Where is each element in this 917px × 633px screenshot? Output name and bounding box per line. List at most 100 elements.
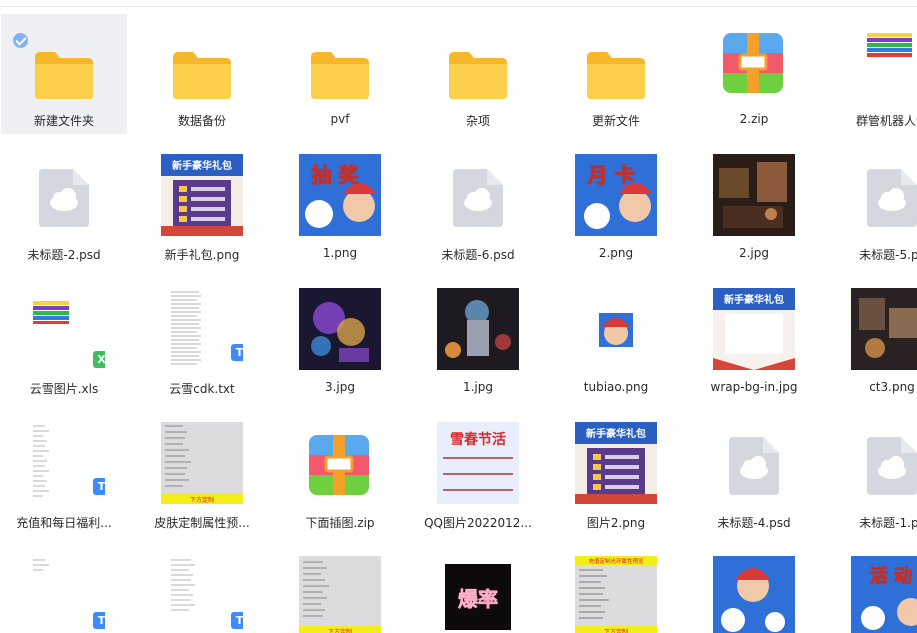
text-badge-icon: T: [231, 344, 243, 361]
file-item-image[interactable]: 充值定制光环属性预览 下方定制: [553, 550, 679, 633]
file-label: 未标题-4.psd: [717, 516, 791, 530]
file-item-image[interactable]: 抽 奖 1.png: [277, 148, 403, 268]
file-item-psd[interactable]: 未标题-2.psd: [1, 148, 127, 268]
file-item-image[interactable]: ct3.png: [829, 282, 917, 402]
file-item-image[interactable]: 爆率: [415, 550, 541, 633]
file-label: 未标题-2.psd: [27, 248, 101, 262]
file-label: 图片2.png: [586, 516, 646, 530]
image-thumbnail: 抽 奖: [299, 154, 381, 236]
file-label: 充值和每日福利...: [16, 516, 112, 530]
file-label: 3.jpg: [324, 380, 356, 394]
image-thumbnail: [713, 154, 795, 236]
file-label: 未标题-1.ps: [859, 516, 917, 530]
svg-text:下方定制: 下方定制: [190, 496, 214, 504]
file-label: 云雪图片.xls: [29, 382, 99, 396]
image-thumbnail: 充值定制光环属性预览 下方定制: [575, 556, 657, 633]
file-label: pvf: [330, 112, 350, 126]
file-label: 2.jpg: [738, 246, 770, 260]
file-item-image[interactable]: 雪春节活 QQ图片2022012...: [415, 416, 541, 536]
file-label: 云雪cdk.txt: [169, 382, 235, 396]
folder-icon: [449, 52, 507, 99]
file-item-image[interactable]: 下方定制 皮肤定制属性预...: [139, 416, 265, 536]
file-item-image[interactable]: 新手豪华礼包 wrap-bg-in.jpg: [691, 282, 817, 402]
file-label: 2.zip: [739, 112, 769, 126]
file-item-image[interactable]: tubiao.png: [553, 282, 679, 402]
file-item-spreadsheet[interactable]: 群管机器人设: [829, 14, 917, 134]
file-item-image[interactable]: 3.jpg: [277, 282, 403, 402]
image-thumbnail: 爆率: [445, 564, 511, 630]
image-thumbnail: 下方定制: [161, 422, 243, 504]
text-badge-icon: T: [93, 612, 105, 629]
file-item-folder[interactable]: pvf: [277, 14, 403, 134]
file-label: 未标题-6.psd: [441, 248, 515, 262]
svg-text:活 动: 活 动: [870, 565, 912, 587]
file-item-text[interactable]: T 云雪cdk.txt: [139, 282, 265, 402]
svg-text:下方定制: 下方定制: [328, 628, 352, 633]
cloud-file-icon: [867, 437, 917, 495]
cloud-file-icon: [453, 169, 503, 227]
svg-text:雪春节活: 雪春节活: [450, 431, 506, 448]
file-item-image[interactable]: 活 动: [829, 550, 917, 633]
zip-icon: [723, 33, 783, 93]
file-item-text[interactable]: T 充值和每日福利...: [1, 416, 127, 536]
svg-text:抽 奖: 抽 奖: [312, 163, 360, 187]
file-item-psd[interactable]: 未标题-6.psd: [415, 148, 541, 268]
zip-icon: [309, 435, 369, 495]
file-item-folder[interactable]: 更新文件: [553, 14, 679, 134]
image-thumbnail: 新手豪华礼包: [713, 288, 795, 370]
image-thumbnail: [599, 313, 633, 347]
file-item-image[interactable]: [691, 550, 817, 633]
file-label: 皮肤定制属性预...: [154, 516, 250, 530]
file-item-text[interactable]: T: [139, 550, 265, 633]
file-item-image[interactable]: 月 卡 2.png: [553, 148, 679, 268]
image-thumbnail: [437, 288, 519, 370]
file-item-psd[interactable]: 未标题-1.ps: [829, 416, 917, 536]
file-item-folder[interactable]: 数据备份: [139, 14, 265, 134]
image-thumbnail: 雪春节活: [437, 422, 519, 504]
file-label: QQ图片2022012...: [424, 516, 532, 530]
file-label: 2.png: [598, 246, 634, 260]
file-label: wrap-bg-in.jpg: [710, 380, 798, 394]
image-thumbnail: 新手豪华礼包: [161, 154, 243, 236]
svg-text:月 卡: 月 卡: [587, 163, 635, 187]
file-label: 1.png: [322, 246, 358, 260]
cloud-file-icon: [867, 169, 917, 227]
top-divider: [0, 6, 917, 7]
file-label: 1.jpg: [462, 380, 494, 394]
file-item-image[interactable]: 新手豪华礼包 图片2.png: [553, 416, 679, 536]
cloud-file-icon: [729, 437, 779, 495]
file-item-spreadsheet[interactable]: X 云雪图片.xls: [1, 282, 127, 402]
file-item-psd[interactable]: 未标题-5.ps: [829, 148, 917, 268]
image-thumbnail: 活 动: [851, 556, 917, 633]
file-label: 新建文件夹: [33, 114, 94, 128]
file-item-folder[interactable]: 新建文件夹: [1, 14, 127, 134]
file-item-folder[interactable]: 杂项: [415, 14, 541, 134]
svg-text:充值定制光环属性预览: 充值定制光环属性预览: [588, 557, 644, 565]
image-thumbnail: 下方定制: [299, 556, 381, 633]
file-item-image[interactable]: 1.jpg: [415, 282, 541, 402]
file-label: 杂项: [465, 114, 490, 128]
folder-icon: [311, 52, 369, 99]
file-item-image[interactable]: 新手豪华礼包 新手礼包.png: [139, 148, 265, 268]
file-label: 数据备份: [177, 114, 226, 128]
excel-badge-icon: X: [93, 351, 105, 368]
file-label: 更新文件: [591, 114, 640, 128]
file-label: 未标题-5.ps: [859, 248, 917, 262]
file-label: tubiao.png: [583, 380, 649, 394]
file-item-zip[interactable]: 下面插图.zip: [277, 416, 403, 536]
image-thumbnail: [851, 288, 917, 370]
file-label: ct3.png: [869, 380, 915, 394]
file-item-zip[interactable]: 2.zip: [691, 14, 817, 134]
svg-text:爆率: 爆率: [458, 587, 498, 611]
svg-text:新手豪华礼包: 新手豪华礼包: [724, 293, 784, 306]
svg-text:新手豪华礼包: 新手豪华礼包: [586, 427, 646, 440]
image-thumbnail: [299, 288, 381, 370]
image-thumbnail: [713, 556, 795, 633]
svg-text:新手豪华礼包: 新手豪华礼包: [172, 159, 232, 172]
file-item-image[interactable]: 下方定制: [277, 550, 403, 633]
file-item-image[interactable]: 2.jpg: [691, 148, 817, 268]
file-item-psd[interactable]: 未标题-4.psd: [691, 416, 817, 536]
file-label: 新手礼包.png: [164, 248, 240, 262]
folder-icon: [587, 52, 645, 99]
file-item-text[interactable]: T: [1, 550, 127, 633]
